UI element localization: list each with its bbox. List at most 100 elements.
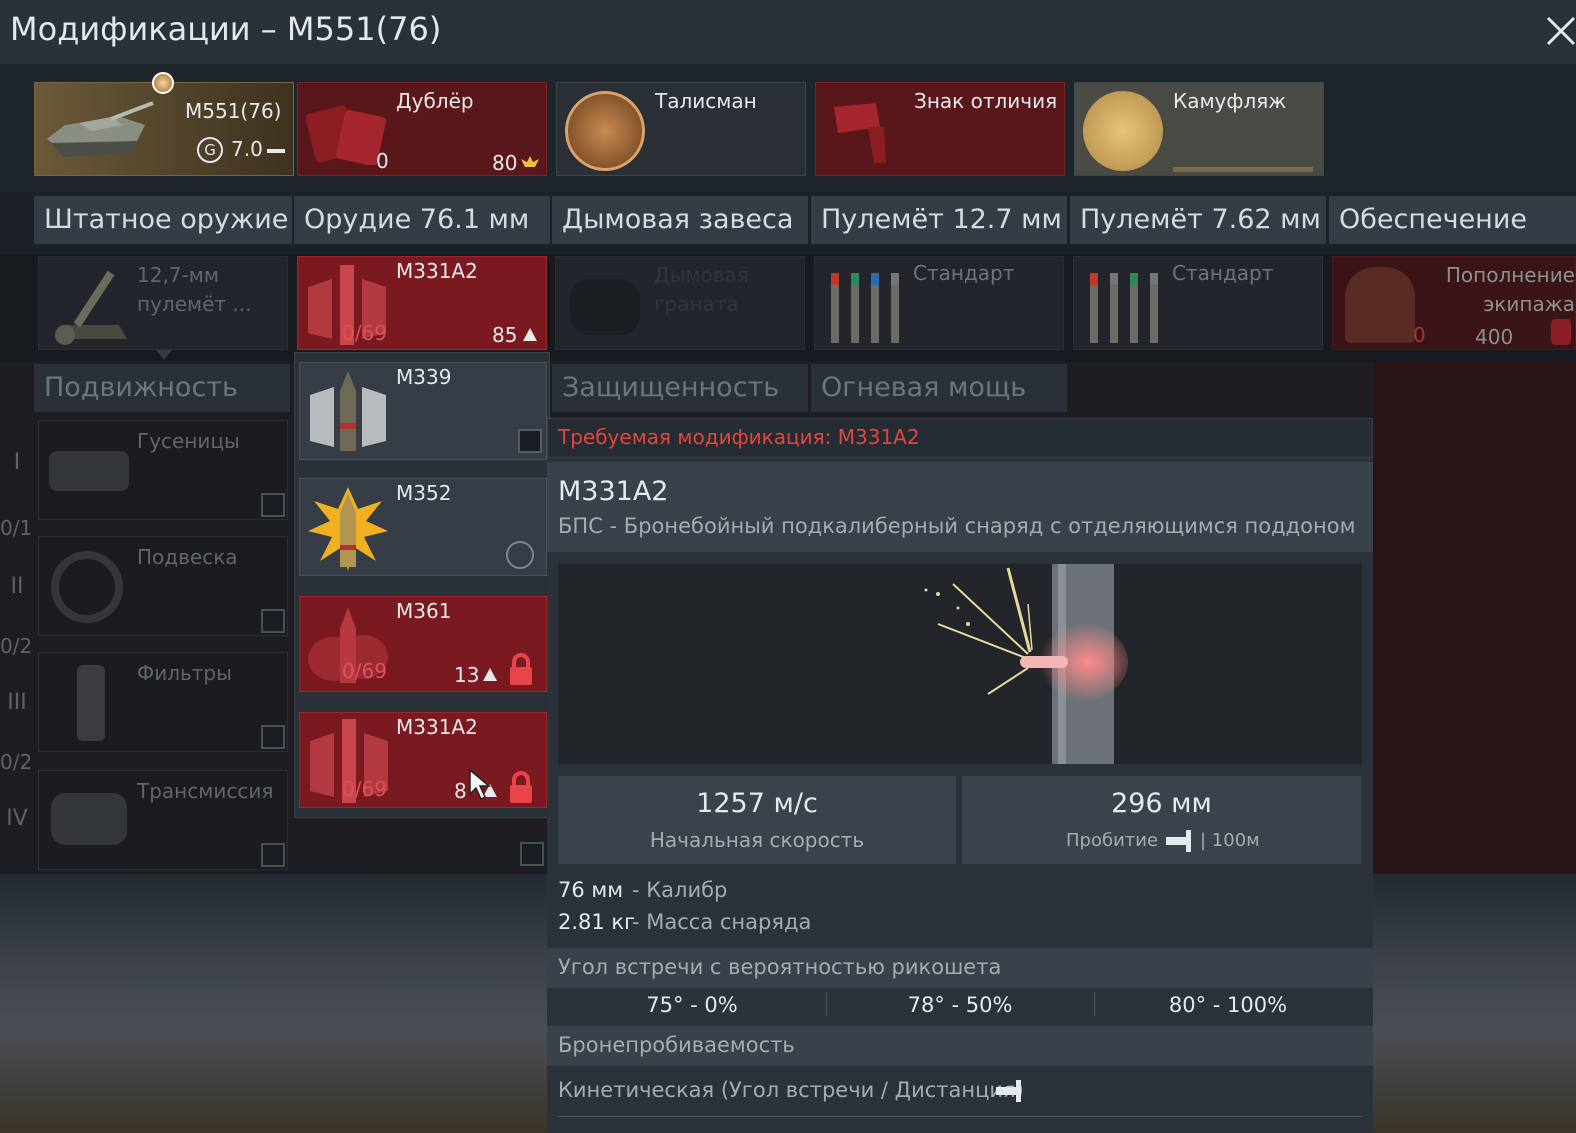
crew-replenish-label: Пополнение экипажа [1445, 263, 1575, 316]
suspension-icon [51, 551, 123, 623]
m339-name: M339 [396, 365, 452, 389]
golden-eagle-icon [521, 156, 539, 167]
m352-radio[interactable] [506, 541, 534, 569]
m331a2-name: M331A2 [396, 259, 478, 283]
tile-m331a2[interactable]: M331A2 0/69 85 [297, 256, 547, 350]
crew-backup-count: 0 [376, 149, 389, 173]
tooltip-shell-name: M331A2 [558, 476, 669, 507]
tile-tracks[interactable]: Гусеницы [38, 420, 288, 520]
penetration-label: Пробитие [1066, 830, 1159, 851]
section-firepower[interactable]: Огневая мощь [811, 364, 1067, 412]
shell-option-m331a2[interactable]: M331A2 0/69 8 [299, 712, 547, 808]
talisman-icon [565, 91, 645, 171]
m361-price: 13 [454, 663, 480, 687]
research-icon [523, 328, 537, 341]
shell-option-m361[interactable]: M361 0/69 13 [299, 596, 547, 692]
tier-3-count: 0/2 [0, 750, 33, 774]
velocity-label: Начальная скорость [649, 828, 865, 852]
tank-icon [47, 101, 154, 157]
camouflage-slot[interactable]: Камуфляж [1074, 82, 1324, 176]
expand-arrow-icon [156, 350, 172, 360]
talisman-slot[interactable]: Талисман [556, 82, 806, 176]
shell-option-m339[interactable]: M339 [299, 362, 547, 460]
tile-filters[interactable]: Фильтры [38, 652, 288, 752]
medal-icon [152, 72, 174, 94]
column-cannon[interactable]: Орудие 76.1 мм [294, 196, 550, 244]
column-mg-127[interactable]: Пулемёт 12.7 мм [811, 196, 1067, 244]
tile-mg-standard[interactable]: 12,7-мм пулемёт ... [38, 256, 288, 350]
column-mg-762[interactable]: Пулемёт 7.62 мм [1070, 196, 1326, 244]
table-divider [558, 1116, 1362, 1117]
br-dash [267, 149, 285, 153]
smoke-grenade-label: Дымовая граната [654, 263, 749, 316]
section-mobility[interactable]: Подвижность [34, 364, 290, 412]
ricochet-value-3: 80° - 100% [1168, 993, 1288, 1017]
camouflage-icon [1083, 91, 1163, 171]
column-smoke[interactable]: Дымовая завеса [552, 196, 808, 244]
caliber-value: 76 мм [558, 878, 624, 902]
suspension-checkbox[interactable] [261, 609, 285, 633]
ricochet-value-2: 78° - 50% [907, 993, 1013, 1017]
he-shell-icon [310, 371, 386, 451]
smoke-grenade-icon [570, 279, 640, 335]
column-standard-weapon[interactable]: Штатное оружие [34, 196, 292, 244]
shell-option-m352[interactable]: M352 [299, 478, 547, 576]
ammo-belt-icon [831, 273, 899, 343]
penetration-value: 296 мм [1111, 788, 1212, 819]
m361-progress: 0/69 [342, 659, 387, 683]
tile-transmission[interactable]: Трансмиссия [38, 770, 288, 870]
m331a2-option-name: M331A2 [396, 715, 478, 739]
crew-replenish-price: 400 [1475, 325, 1514, 349]
heat-shell-icon [308, 487, 388, 571]
belt-127-label: Стандарт [913, 261, 1015, 285]
vehicle-slot[interactable]: M551(76) G 7.0 [34, 82, 294, 176]
tile-belt-762[interactable]: Стандарт [1073, 256, 1323, 350]
ricochet-value-1: 75° - 0% [646, 993, 738, 1017]
crew-backup-label: Дублёр [396, 89, 474, 113]
m331a2-price: 85 [492, 323, 518, 347]
mass-value: 2.81 кг [558, 910, 636, 934]
tooltip-shell-desc: БПС - Бронебойный подкалиберный снаряд с… [558, 514, 1356, 538]
transmission-checkbox[interactable] [261, 843, 285, 867]
tier-3: III [7, 690, 27, 715]
decal-label: Знак отличия [914, 89, 1058, 113]
mg-mount-icon [55, 270, 127, 345]
mass-label: - Масса снаряда [632, 910, 812, 934]
tier-1: I [13, 450, 21, 475]
tile-crew-replenish[interactable]: Пополнение экипажа 0 400 [1332, 256, 1576, 350]
hidden-module-checkbox[interactable] [520, 842, 544, 866]
penetration-image [558, 564, 1362, 764]
kinetic-label: Кинетическая (Угол встречи / Дистанция) [558, 1078, 1024, 1102]
tracks-icon [49, 451, 129, 491]
lock-icon [1551, 319, 1571, 345]
m331a2-progress: 0/69 [342, 321, 387, 345]
decal-brush-icon [834, 103, 886, 163]
window-title: Модификации – M551(76) [10, 10, 442, 48]
battle-rating: 7.0 [231, 137, 263, 161]
close-icon[interactable] [1544, 12, 1576, 50]
filters-checkbox[interactable] [261, 725, 285, 749]
m331a2-option-price: 8 [454, 779, 467, 803]
m361-name: M361 [396, 599, 452, 623]
crew-replenish-count: 0 [1413, 323, 1426, 347]
column-support[interactable]: Обеспечение [1329, 196, 1576, 244]
crew-backup-slot[interactable]: Дублёр 0 80 [297, 82, 547, 176]
cursor-icon [469, 768, 492, 801]
mg-standard-label: 12,7-мм пулемёт ... [137, 263, 252, 316]
tile-suspension[interactable]: Подвеска [38, 536, 288, 636]
crew-member-icon [1345, 267, 1415, 343]
tile-smoke-grenade[interactable]: Дымовая граната [555, 256, 805, 350]
tile-belt-127[interactable]: Стандарт [814, 256, 1064, 350]
required-mod-text: Требуемая модификация: M331A2 [558, 425, 920, 449]
ricochet-title: Угол встречи с вероятностью рикошета [558, 955, 1002, 979]
armor-pen-title: Бронепробиваемость [558, 1033, 795, 1057]
camouflage-label: Камуфляж [1173, 89, 1287, 113]
filters-label: Фильтры [137, 661, 232, 685]
game-mode-icon: G [197, 137, 223, 163]
transmission-label: Трансмиссия [137, 779, 274, 803]
section-protection[interactable]: Защищенность [552, 364, 808, 412]
decal-slot[interactable]: Знак отличия [815, 82, 1065, 176]
m339-checkbox[interactable] [518, 429, 542, 453]
tracks-checkbox[interactable] [261, 493, 285, 517]
lock-icon [510, 771, 532, 803]
